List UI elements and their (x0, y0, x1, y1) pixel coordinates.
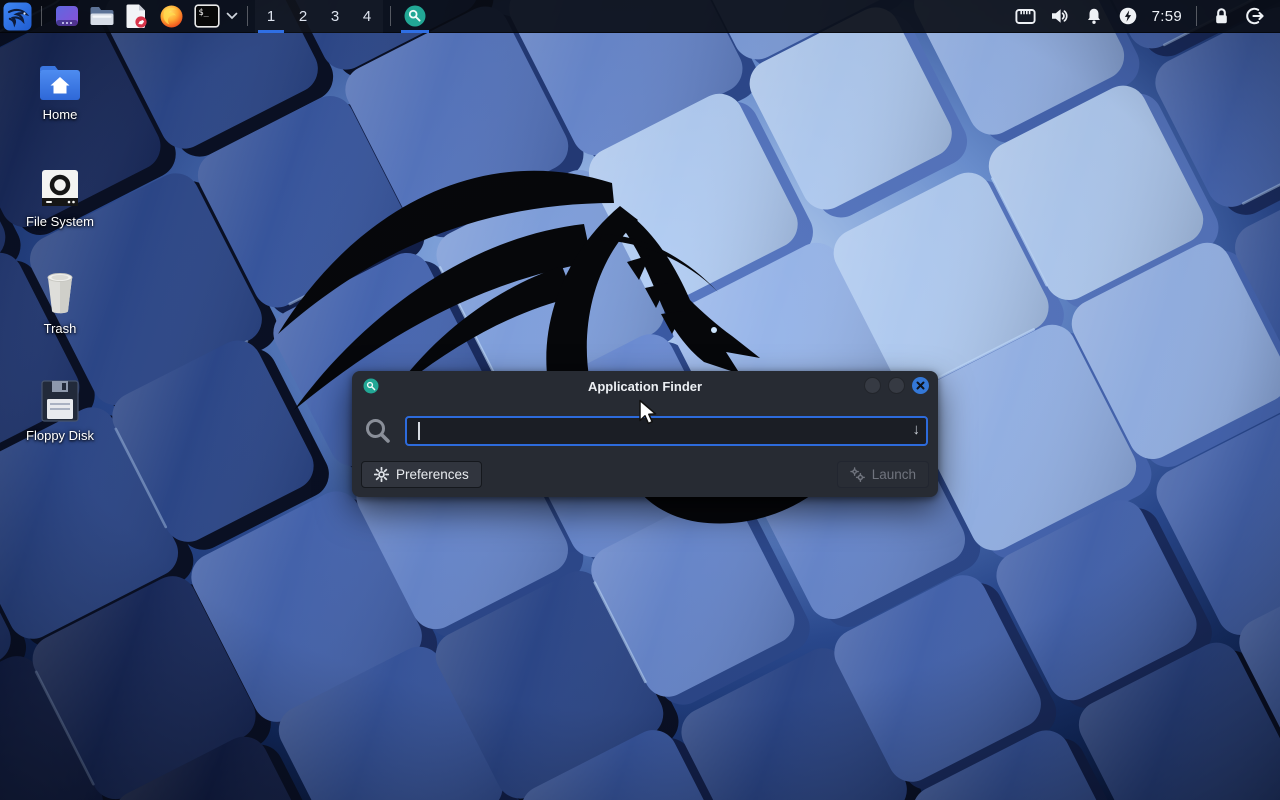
panel-separator (247, 6, 248, 26)
workspace-label: 2 (299, 8, 307, 25)
firefox-launcher[interactable] (154, 0, 189, 33)
panel-tray-group: 7:59 (1009, 0, 1280, 32)
desktop: $_ 1 2 3 4 (0, 0, 1280, 800)
power-manager-applet[interactable] (1111, 0, 1145, 33)
workspace-label: 1 (267, 8, 275, 25)
workspace-button-3[interactable]: 3 (319, 0, 351, 33)
panel-separator (41, 6, 42, 26)
network-icon (1015, 8, 1036, 25)
floppy-disk-icon (39, 379, 81, 423)
workspace-button-2[interactable]: 2 (287, 0, 319, 33)
application-finder-window: Application Finder ↓ (352, 371, 938, 497)
desktop-icon-label: Home (12, 107, 108, 122)
desktop-icon-label: Floppy Disk (12, 428, 108, 443)
home-folder-icon (37, 64, 83, 102)
desktop-icon-floppy-disk[interactable]: Floppy Disk (12, 375, 108, 443)
panel-left-group: $_ 1 2 3 4 (0, 0, 432, 32)
lock-icon (1213, 6, 1230, 26)
launch-button[interactable]: Launch (837, 461, 929, 488)
preferences-button[interactable]: Preferences (361, 461, 482, 488)
mouse-cursor (638, 399, 660, 426)
desktop-icon-label: File System (12, 214, 108, 229)
panel-separator (1196, 6, 1197, 26)
text-editor-icon (125, 3, 149, 29)
clock[interactable]: 7:59 (1145, 8, 1189, 25)
workspace-label: 4 (363, 8, 371, 25)
desktop-icon-trash[interactable]: Trash (12, 268, 108, 336)
desktop-icon-home[interactable]: Home (12, 54, 108, 122)
app-window-launcher[interactable] (49, 0, 84, 33)
kali-menu-icon (3, 2, 32, 31)
terminal-glyph: $_ (198, 8, 209, 18)
app-window-icon (55, 4, 79, 28)
search-input[interactable] (405, 416, 928, 446)
minimize-button[interactable] (864, 377, 881, 394)
desktop-icon-label: Trash (12, 321, 108, 336)
desktop-icon-file-system[interactable]: File System (12, 161, 108, 229)
volume-icon (1050, 7, 1070, 25)
workspace-button-1[interactable]: 1 (255, 0, 287, 33)
window-title: Application Finder (352, 379, 938, 394)
file-manager-launcher[interactable] (84, 0, 119, 33)
titlebar[interactable]: Application Finder (352, 371, 938, 401)
logout-button[interactable] (1238, 0, 1272, 33)
lock-screen-button[interactable] (1204, 0, 1238, 33)
terminal-dropdown-button[interactable] (224, 0, 240, 33)
chevron-down-icon (226, 12, 238, 20)
notifications-applet[interactable] (1077, 0, 1111, 33)
preferences-label: Preferences (396, 467, 469, 482)
close-icon (916, 381, 925, 390)
power-icon (1118, 6, 1138, 26)
workspace-label: 3 (331, 8, 339, 25)
search-icon (364, 417, 392, 445)
maximize-button[interactable] (888, 377, 905, 394)
filesystem-drive-icon (39, 167, 81, 209)
notifications-icon (1085, 7, 1103, 25)
logout-icon (1245, 6, 1265, 26)
actions-row: Preferences Launch (352, 461, 938, 488)
top-panel: $_ 1 2 3 4 (0, 0, 1280, 33)
gear-icon (374, 467, 389, 482)
taskbar-application-finder[interactable] (398, 0, 432, 33)
text-caret (418, 422, 420, 440)
trash-icon (38, 270, 82, 316)
history-dropdown-icon[interactable]: ↓ (913, 421, 921, 438)
launch-label: Launch (872, 467, 916, 482)
launch-gears-icon (850, 467, 865, 482)
workspace-button-4[interactable]: 4 (351, 0, 383, 33)
file-manager-icon (89, 5, 115, 27)
panel-separator (390, 6, 391, 26)
text-editor-launcher[interactable] (119, 0, 154, 33)
appfinder-search-icon (403, 4, 427, 28)
network-applet[interactable] (1009, 0, 1043, 33)
terminal-icon: $_ (194, 4, 220, 28)
applications-menu-button[interactable] (0, 0, 34, 33)
terminal-launcher[interactable]: $_ (189, 0, 224, 33)
close-button[interactable] (912, 377, 929, 394)
search-input-wrap: ↓ (405, 416, 928, 446)
volume-applet[interactable] (1043, 0, 1077, 33)
firefox-icon (159, 4, 184, 29)
